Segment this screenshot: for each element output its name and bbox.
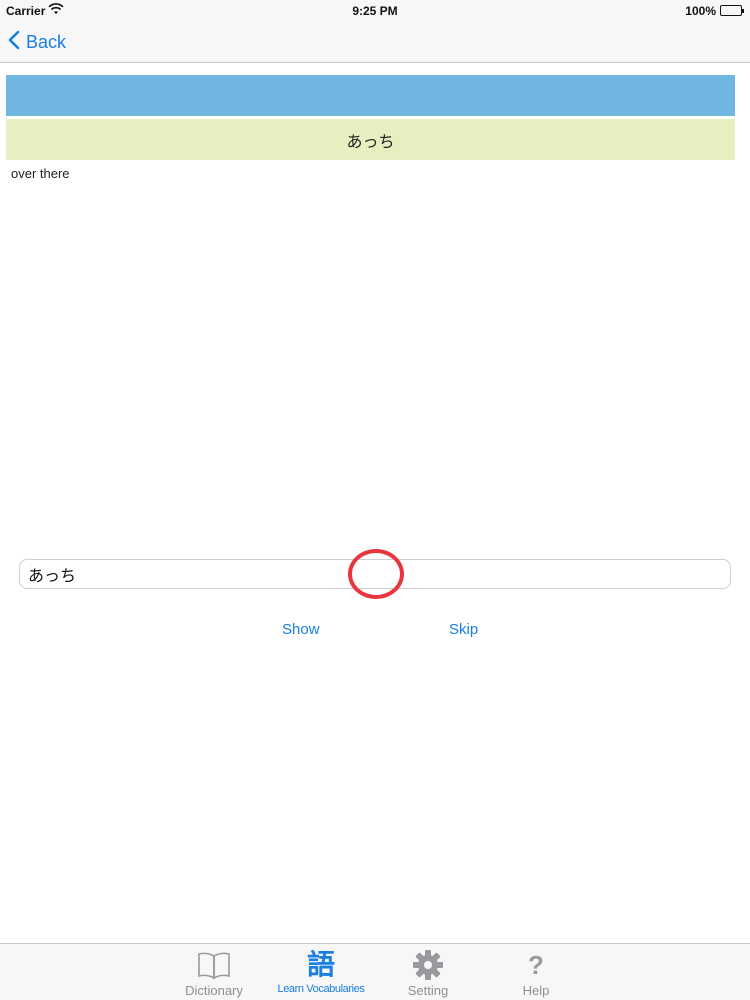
- tab-dictionary[interactable]: Dictionary: [159, 949, 269, 999]
- tab-setting[interactable]: Setting: [373, 949, 483, 999]
- tab-label: Setting: [407, 983, 449, 998]
- quiz-word: あっち: [346, 131, 395, 151]
- word-meaning: over there: [11, 166, 70, 181]
- tab-label: Dictionary: [185, 983, 243, 998]
- tab-learn-vocabularies[interactable]: 語 Learn Vocabularies: [266, 949, 376, 999]
- gear-icon: [373, 949, 483, 981]
- chevron-left-icon: [8, 30, 20, 55]
- tab-label: Learn Vocabularies: [277, 983, 365, 995]
- tab-label: Help: [522, 983, 550, 998]
- tab-bar: Dictionary 語 Learn Vocabularies Setting …: [0, 943, 750, 1000]
- status-bar: Carrier 9:25 PM 100%: [0, 0, 750, 22]
- show-button[interactable]: Show: [282, 621, 320, 638]
- back-button[interactable]: Back: [8, 30, 66, 54]
- tab-help[interactable]: ? Help: [481, 949, 591, 999]
- kanji-icon: 語: [306, 948, 335, 981]
- answer-input[interactable]: [19, 559, 731, 589]
- battery-percent: 100%: [685, 4, 716, 18]
- quiz-word-bar: あっち: [6, 119, 735, 160]
- book-icon: [159, 949, 269, 981]
- navigation-bar: Back: [0, 22, 750, 63]
- header-bar: [6, 75, 735, 116]
- question-icon: ?: [528, 950, 544, 980]
- status-time: 9:25 PM: [352, 4, 398, 18]
- back-label: Back: [26, 31, 67, 52]
- skip-button[interactable]: Skip: [449, 621, 478, 638]
- battery-icon: [720, 5, 744, 16]
